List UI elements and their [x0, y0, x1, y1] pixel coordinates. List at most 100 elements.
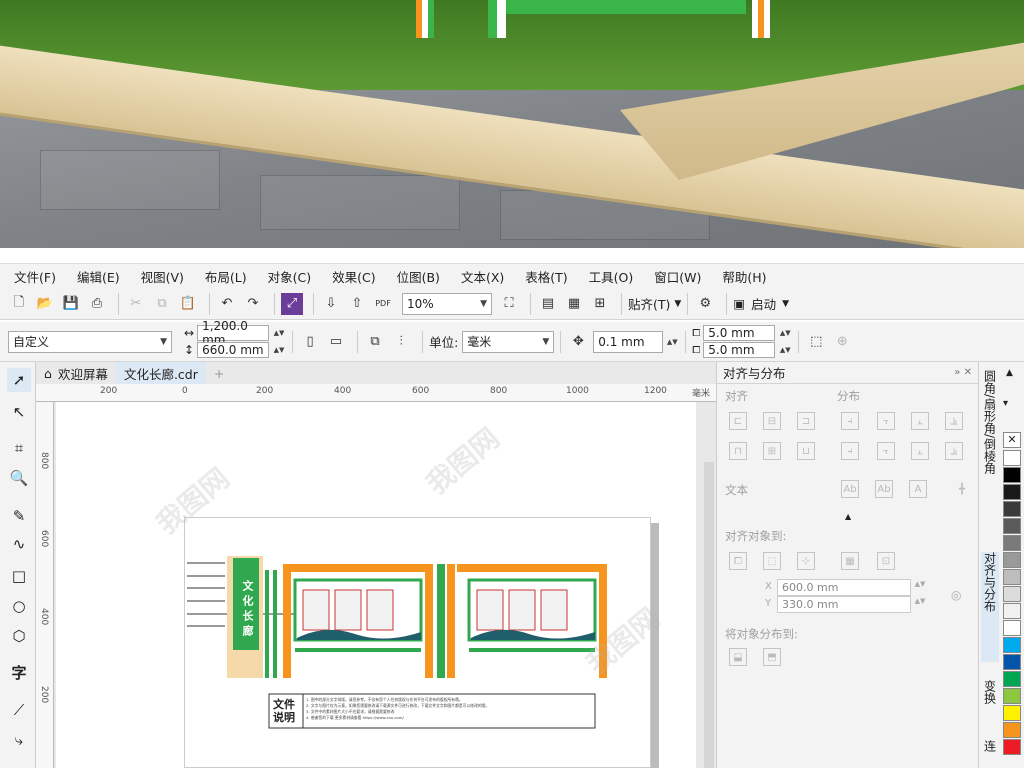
align-to-active-icon[interactable]: ⧠: [729, 552, 747, 570]
color-swatch[interactable]: [1003, 654, 1021, 670]
pick-tool-icon[interactable]: ➚: [7, 368, 31, 392]
undo-icon[interactable]: ↶: [216, 293, 238, 315]
x-position-input[interactable]: 600.0 mm: [777, 579, 911, 596]
dup-x-stepper[interactable]: ▲▼: [778, 328, 792, 338]
gear-icon[interactable]: ⚙: [694, 293, 716, 315]
zoom-level-select[interactable]: 10% ▼: [402, 292, 492, 315]
color-swatch[interactable]: [1003, 552, 1021, 568]
color-swatch[interactable]: [1003, 637, 1021, 653]
color-swatch[interactable]: [1003, 739, 1021, 755]
all-pages-icon[interactable]: ⧉: [364, 331, 386, 353]
dimension-tool-icon[interactable]: ⟋: [7, 698, 31, 722]
text-tool-icon[interactable]: 字: [7, 660, 31, 684]
distribute-to-page-icon[interactable]: ⬒: [763, 648, 781, 666]
import-icon[interactable]: ⇩: [320, 293, 342, 315]
color-swatch[interactable]: [1003, 501, 1021, 517]
paste-icon[interactable]: 📋: [177, 293, 199, 315]
duplicate-y-input[interactable]: 5.0 mm: [703, 342, 776, 358]
color-swatch[interactable]: [1003, 603, 1021, 619]
text-line-icon[interactable]: Ab: [875, 480, 893, 498]
align-to-page-edge-icon[interactable]: ⬚: [763, 552, 781, 570]
distribute-top-icon[interactable]: ⫞: [841, 442, 859, 460]
page-frame-icon[interactable]: ⬚: [805, 331, 827, 353]
distribute-bottom-icon[interactable]: ⫠: [911, 442, 929, 460]
color-swatch[interactable]: [1003, 620, 1021, 636]
ellipse-tool-icon[interactable]: ○: [7, 594, 31, 618]
new-tab-icon[interactable]: +: [206, 362, 232, 384]
color-swatch[interactable]: [1003, 569, 1021, 585]
page-size-preset-select[interactable]: 自定义 ▼: [8, 330, 172, 353]
rectangle-tool-icon[interactable]: □: [7, 564, 31, 588]
color-swatch[interactable]: [1003, 671, 1021, 687]
menu-layout[interactable]: 布局(L): [205, 267, 247, 286]
align-left-icon[interactable]: ⊏: [729, 412, 747, 430]
text-plus-icon[interactable]: ╋: [953, 480, 971, 498]
culture-corridor-artwork[interactable]: 文化长廊 文件说明 1. 图中的部分文字排版，请您参考。不含有您个人任何版权与任…: [184, 517, 651, 768]
page-width-input[interactable]: 1,200.0 mm: [197, 319, 270, 347]
align-right-icon[interactable]: ⊐: [797, 412, 815, 430]
align-to-point-icon[interactable]: ⊡: [877, 552, 895, 570]
tab-fillet-scallop-chamfer[interactable]: 圆角/扇形角/倒棱角: [981, 370, 999, 530]
menu-help[interactable]: 帮助(H): [722, 267, 766, 286]
tab-document[interactable]: 文化长廊.cdr: [115, 362, 206, 384]
close-icon[interactable]: ✕: [964, 367, 972, 378]
tab-transform[interactable]: 变换: [981, 680, 999, 720]
launch-menu[interactable]: ▣ 启动 ▼: [733, 294, 789, 313]
show-rulers-icon[interactable]: ▤: [537, 293, 559, 315]
text-bbox-icon[interactable]: A: [909, 480, 927, 498]
y-position-input[interactable]: 330.0 mm: [777, 596, 911, 613]
copy-icon[interactable]: ⧉: [151, 293, 173, 315]
vertical-ruler[interactable]: 800 600 400 200: [36, 402, 54, 768]
distribute-spacing-h-icon[interactable]: ⫡: [945, 412, 963, 430]
dup-y-stepper[interactable]: ▲▼: [778, 345, 792, 355]
color-swatch[interactable]: [1003, 705, 1021, 721]
color-swatch[interactable]: [1003, 467, 1021, 483]
show-guidelines-icon[interactable]: ⊞: [589, 293, 611, 315]
color-swatch[interactable]: [1003, 518, 1021, 534]
menu-window[interactable]: 窗口(W): [654, 267, 701, 286]
save-icon[interactable]: 💾: [60, 293, 82, 315]
menu-table[interactable]: 表格(T): [525, 267, 567, 286]
units-select[interactable]: 毫米 ▼: [462, 330, 555, 353]
height-stepper[interactable]: ▲▼: [272, 345, 286, 355]
y-stepper[interactable]: ▲▼: [913, 596, 927, 606]
align-to-page-center-icon[interactable]: ⊹: [797, 552, 815, 570]
new-document-icon[interactable]: 🗋: [8, 293, 30, 315]
menu-effects[interactable]: 效果(C): [332, 267, 375, 286]
color-swatch[interactable]: [1003, 450, 1021, 466]
menu-object[interactable]: 对象(C): [268, 267, 311, 286]
print-icon[interactable]: ⎙: [86, 293, 108, 315]
artistic-media-icon[interactable]: ∿: [7, 532, 31, 556]
horizontal-ruler[interactable]: 200 0 200 400 600 800 1000 1200 毫米: [36, 384, 716, 402]
color-swatch[interactable]: [1003, 688, 1021, 704]
align-top-icon[interactable]: ⊓: [729, 442, 747, 460]
tab-connect[interactable]: 连: [981, 740, 999, 764]
align-center-v-icon[interactable]: ⊞: [763, 442, 781, 460]
palette-scroll-up-icon[interactable]: ▲: [1006, 368, 1013, 378]
collapse-icon[interactable]: »: [954, 367, 960, 378]
zoom-tool-icon[interactable]: 🔍: [7, 466, 31, 490]
distribute-to-selection-icon[interactable]: ⬓: [729, 648, 747, 666]
align-bottom-icon[interactable]: ⊔: [797, 442, 815, 460]
menu-text[interactable]: 文本(X): [461, 267, 504, 286]
align-to-grid-icon[interactable]: ▦: [841, 552, 859, 570]
drawing-canvas[interactable]: 文化长廊 文件说明 1. 图中的部分文字排版，请您参考。不含有您个人任何版权与任…: [54, 402, 716, 768]
distribute-middle-icon[interactable]: ⫟: [877, 442, 895, 460]
align-center-h-icon[interactable]: ⊟: [763, 412, 781, 430]
tab-welcome[interactable]: ⌂ 欢迎屏幕: [36, 362, 116, 384]
snap-to-menu[interactable]: 贴齐(T) ▼: [628, 294, 681, 313]
portrait-icon[interactable]: ▯: [299, 331, 321, 353]
menu-tools[interactable]: 工具(O): [589, 267, 634, 286]
polygon-tool-icon[interactable]: ⬡: [7, 624, 31, 648]
x-stepper[interactable]: ▲▼: [913, 579, 927, 589]
shape-tool-icon[interactable]: ↖: [7, 400, 31, 424]
search-content-icon[interactable]: ⤢: [281, 292, 303, 315]
pdf-export-icon[interactable]: PDF: [372, 293, 394, 315]
tab-align-distribute[interactable]: 对齐与分布: [981, 552, 999, 662]
color-swatch[interactable]: [1003, 722, 1021, 738]
full-screen-icon[interactable]: ⛶: [498, 293, 520, 315]
open-folder-icon[interactable]: 📂: [34, 293, 56, 315]
redo-icon[interactable]: ↷: [242, 293, 264, 315]
add-icon[interactable]: ⊕: [831, 331, 853, 353]
nudge-distance-input[interactable]: 0.1 mm: [593, 330, 664, 353]
